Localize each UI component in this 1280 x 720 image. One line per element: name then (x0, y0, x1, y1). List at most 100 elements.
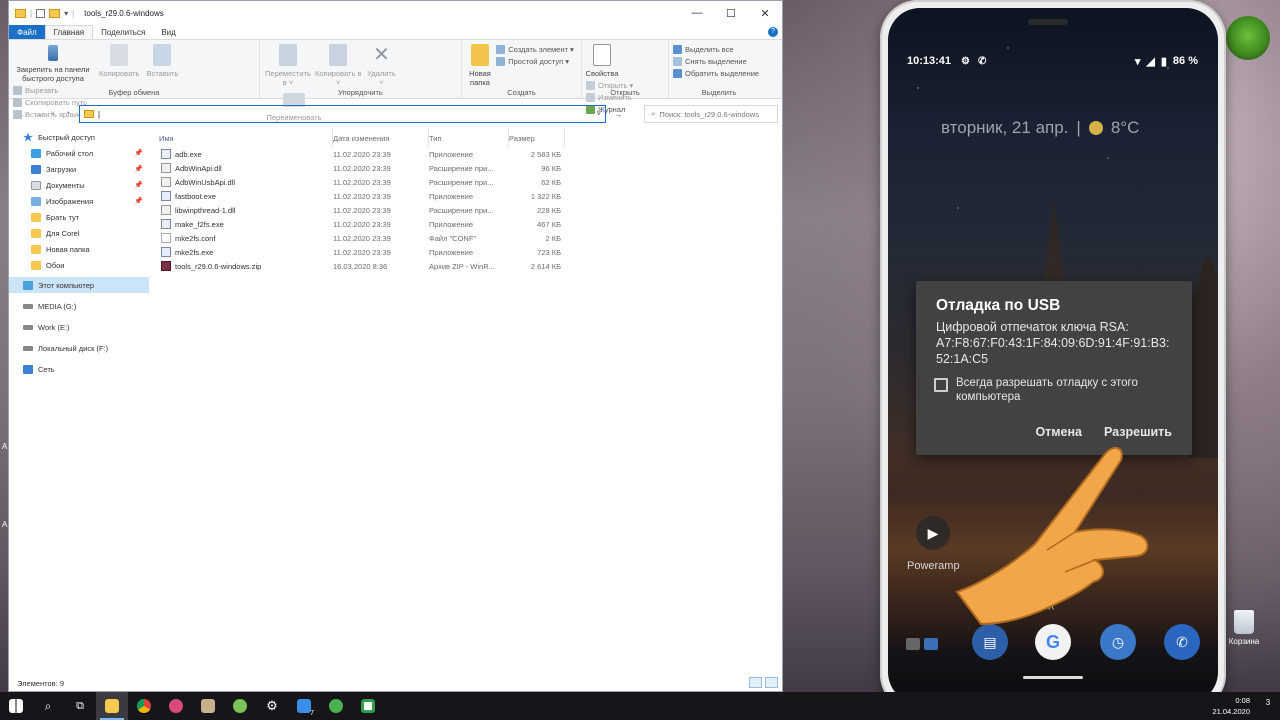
search-input[interactable]: Поиск: tools_r29.0.6-windows (659, 110, 759, 119)
folder-icon (105, 699, 119, 713)
dll-file-icon (161, 163, 171, 173)
copy-path-button[interactable]: Скопировать путь (13, 98, 87, 107)
tab-file[interactable]: Файл (9, 25, 45, 39)
table-row[interactable]: adb.exe 11.02.2020 23:39 Приложение 2 583 К… (159, 147, 779, 161)
nav-item-downloads[interactable]: Загрузки 📌 (9, 161, 149, 177)
tab-share[interactable]: Поделиться (93, 25, 153, 39)
chrome-taskbar-button[interactable] (128, 692, 160, 720)
properties-button[interactable]: Свойства (586, 42, 618, 78)
copy-button[interactable]: Копировать (95, 42, 143, 78)
app-taskbar-button[interactable] (352, 692, 384, 720)
invert-selection-button[interactable]: Обратить выделение (673, 69, 759, 78)
new-folder-button[interactable]: Новая папка (466, 42, 494, 87)
maximize-button[interactable]: ☐ (714, 1, 748, 25)
ribbon-group-clipboard: Закрепить на панели быстрого доступа Коп… (9, 40, 260, 119)
chevron-down-icon[interactable]: ˅ (597, 109, 602, 118)
table-row[interactable]: AdbWinUsbApi.dll 11.02.2020 23:39 Расширен… (159, 175, 779, 189)
new-folder-quick-icon[interactable] (49, 8, 61, 18)
start-button[interactable] (0, 692, 32, 720)
column-type[interactable]: Тип (429, 129, 509, 147)
close-button[interactable]: ✕ (748, 1, 782, 25)
app-taskbar-button[interactable] (160, 692, 192, 720)
help-icon[interactable]: ? (768, 27, 778, 37)
poweramp-widget[interactable]: ▶ Poweramp (907, 516, 960, 572)
app-taskbar-button[interactable]: 7 (288, 692, 320, 720)
paste-button[interactable]: Вставить (145, 42, 179, 78)
app-taskbar-button[interactable] (224, 692, 256, 720)
paste-shortcut-button[interactable]: Вставить ярлык (13, 110, 87, 119)
google-icon[interactable]: G (1035, 624, 1071, 660)
nav-item-desktop[interactable]: Рабочий стол 📌 (9, 145, 149, 161)
app-taskbar-button[interactable] (320, 692, 352, 720)
file-size: 228 КБ (537, 205, 561, 215)
wifi-icon: ▾ (1134, 55, 1141, 68)
date-weather[interactable]: вторник, 21 апр. | 8°C (941, 118, 1139, 138)
app-taskbar-button[interactable] (192, 692, 224, 720)
properties-icon (593, 44, 611, 66)
file-name: tools_r29.0.6-windows.zip (175, 261, 262, 271)
column-date[interactable]: Дата изменения (333, 129, 429, 147)
nav-item-drive[interactable]: Work (E:) (9, 319, 149, 335)
phone-call-icon[interactable]: ✆ (1164, 624, 1200, 660)
select-all-button[interactable]: Выделить все (673, 45, 759, 54)
nav-item-this-pc[interactable]: Этот компьютер (9, 277, 149, 293)
clock-icon[interactable]: ◷ (1100, 624, 1136, 660)
gesture-bar[interactable] (1023, 676, 1083, 679)
address-bar[interactable]: | ˅ (78, 105, 607, 123)
file-name: libwinpthread-1.dll (175, 205, 236, 215)
conf-file-icon (161, 233, 171, 243)
large-icons-view-button[interactable] (765, 677, 778, 688)
file-list: Имя Дата изменения Тип Размер adb.exe 11.… (159, 129, 779, 273)
details-view-button[interactable] (749, 677, 762, 688)
table-row[interactable]: AdbWinApi.dll 11.02.2020 23:39 Расширение … (159, 161, 779, 175)
new-item-button[interactable]: Создать элемент ▾ (496, 45, 574, 54)
clock-date: 21.04.2020 (1212, 707, 1250, 716)
nav-item-documents[interactable]: Документы 📌 (9, 177, 149, 193)
tab-home[interactable]: Главная (44, 25, 94, 39)
notification-center-button[interactable]: 3 (1260, 698, 1276, 714)
table-row[interactable]: tools_r29.0.6-windows.zip 16.03.2020 8:36… (159, 259, 779, 273)
search-box[interactable]: ⌕ Поиск: tools_r29.0.6-windows (644, 105, 779, 123)
select-none-button[interactable]: Снять выделение (673, 57, 759, 66)
table-row[interactable]: mke2fs.conf 11.02.2020 23:39 Файл "CONF" 2 … (159, 231, 779, 245)
nav-item-folder[interactable]: Новая папка (9, 241, 149, 257)
table-row[interactable]: mke2fs.exe 11.02.2020 23:39 Приложение 723 … (159, 245, 779, 259)
system-clock[interactable]: 0:08 21.04.2020 (1212, 695, 1250, 717)
messages-icon[interactable]: ▤ (972, 624, 1008, 660)
nav-item-folder[interactable]: Обои (9, 257, 149, 273)
properties-quick-icon[interactable] (36, 8, 46, 18)
usb-debug-dialog: Отладка по USB Цифровой отпечаток ключа … (916, 281, 1192, 455)
tab-view[interactable]: Вид (153, 25, 183, 39)
settings-taskbar-button[interactable]: ⚙ (256, 692, 288, 720)
nav-item-folder[interactable]: Для Corel (9, 225, 149, 241)
search-button[interactable]: ⌕ (32, 692, 64, 720)
nav-item-quick-access[interactable]: Быстрый доступ (9, 129, 149, 145)
delete-button[interactable]: ✕ Удалить ˅ (364, 42, 398, 87)
quick-access-dropdown-icon[interactable]: ▾ (64, 9, 68, 18)
task-view-button[interactable]: ⧉ (64, 692, 96, 720)
explorer-taskbar-button[interactable] (96, 692, 128, 720)
table-row[interactable]: make_f2fs.exe 11.02.2020 23:39 Приложение 4… (159, 217, 779, 231)
table-row[interactable]: fastboot.exe 11.02.2020 23:39 Приложение 1 … (159, 189, 779, 203)
play-icon[interactable]: ▶ (916, 516, 950, 550)
copy-to-button[interactable]: Копировать в ˅ (314, 42, 362, 87)
file-type: Расширение при... (429, 205, 494, 215)
nav-item-drive[interactable]: Локальный диск (F:) (9, 340, 149, 356)
table-row[interactable]: libwinpthread-1.dll 11.02.2020 23:39 Расши… (159, 203, 779, 217)
always-allow-checkbox[interactable]: Всегда разрешать отладку с этого компьют… (934, 376, 1174, 404)
nav-item-pictures[interactable]: Изображения 📌 (9, 193, 149, 209)
easy-access-button[interactable]: Простой доступ ▾ (496, 57, 574, 66)
ribbon-group-create: Новая папка Создать элемент ▾ Простой до… (462, 40, 582, 98)
nav-item-network[interactable]: Сеть (9, 361, 149, 377)
minimize-button[interactable]: — (680, 1, 714, 25)
paste-icon (153, 44, 172, 66)
recycle-bin[interactable]: Корзина (1224, 610, 1264, 646)
move-to-button[interactable]: Переместить в ˅ (264, 42, 312, 87)
file-size: 62 КБ (541, 177, 561, 187)
pin-quick-access-button[interactable]: Закрепить на панели быстрого доступа (13, 42, 93, 83)
nav-item-folder[interactable]: Брать тут (9, 209, 149, 225)
column-size[interactable]: Размер (509, 129, 565, 147)
checkbox[interactable] (934, 378, 948, 392)
column-name[interactable]: Имя (159, 129, 333, 147)
nav-item-drive[interactable]: MEDIA (G:) (9, 298, 149, 314)
